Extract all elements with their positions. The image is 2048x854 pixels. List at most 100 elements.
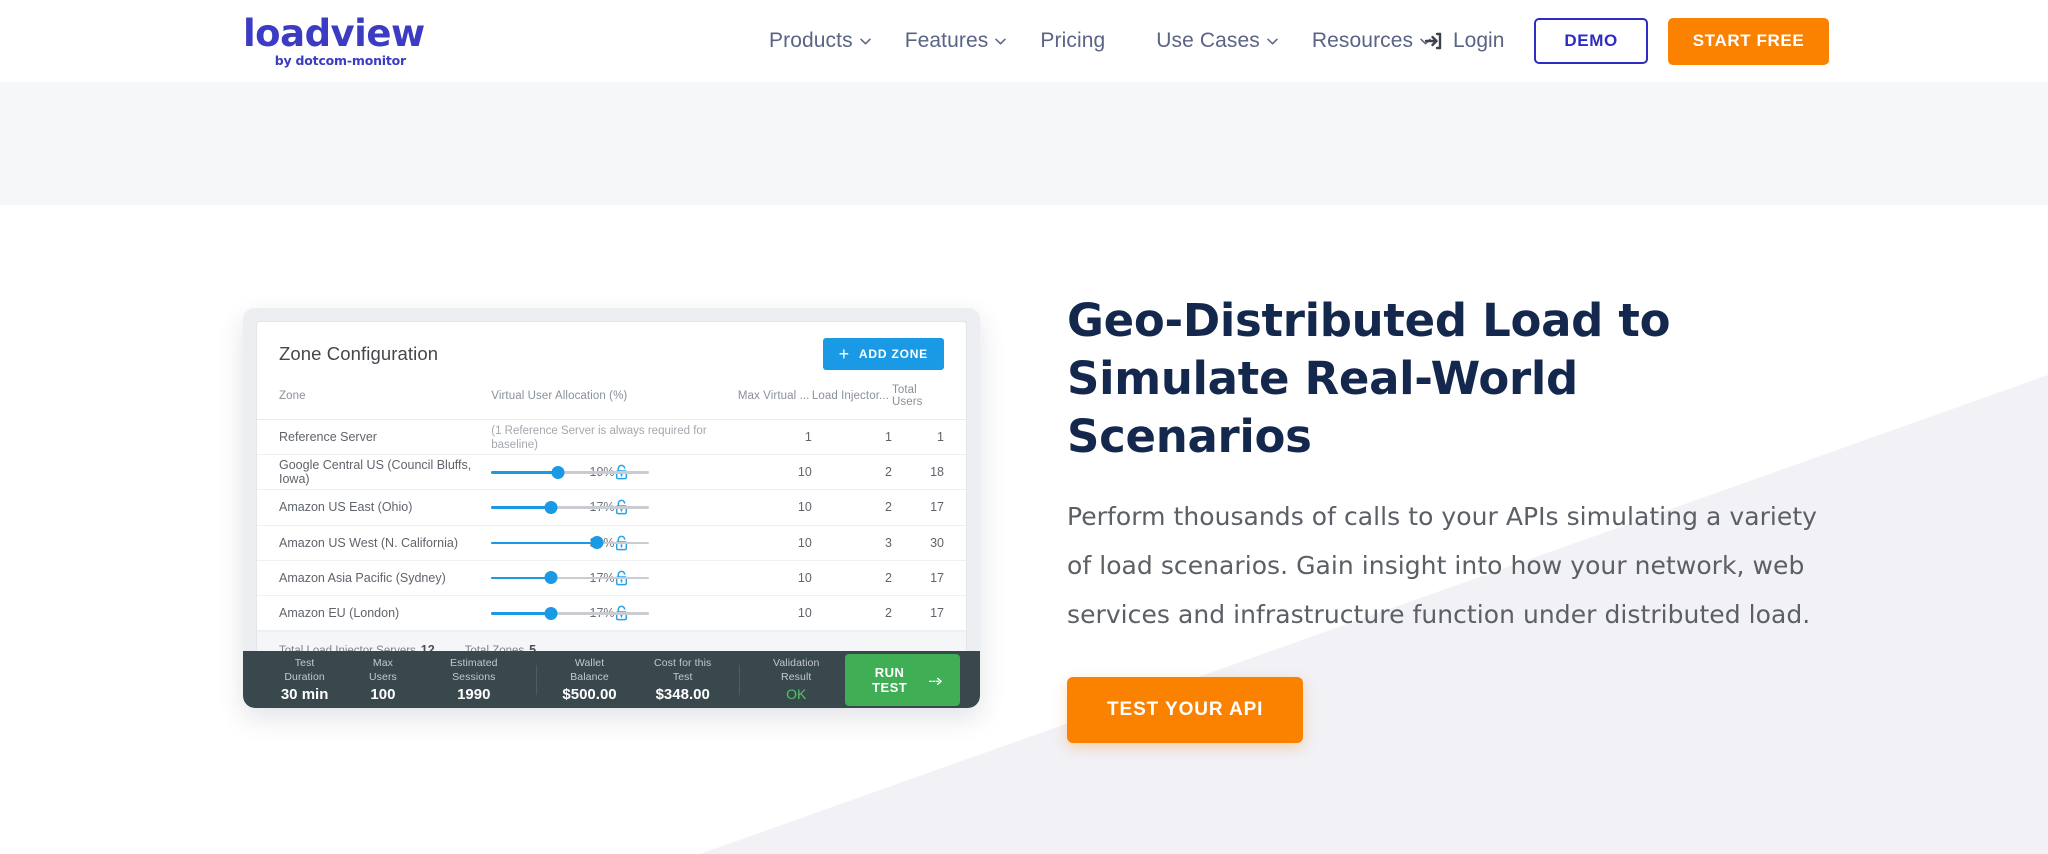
zone-name: Amazon EU (London) (257, 595, 492, 632)
slider-fill (491, 541, 597, 545)
allocation-slider[interactable] (491, 536, 650, 550)
table-row-reference-server: Reference Server (1 Reference Server is … (257, 419, 966, 456)
table-row: Amazon US East (Ohio) 17% (257, 489, 966, 526)
heading-line-2: Simulate Real-World Scenarios (1067, 352, 1578, 463)
max-virtual-value: 10 (737, 595, 812, 632)
divider (535, 664, 537, 695)
logo-tagline: by dotcom-monitor (274, 53, 406, 68)
run-test-label: RUN TEST (872, 664, 908, 695)
allocation-slider[interactable] (491, 571, 650, 585)
chevron-down-icon (1267, 38, 1278, 45)
zone-config-header: Zone Configuration + ADD ZONE (257, 322, 966, 376)
col-header-total-users: Total Users (891, 376, 966, 420)
zone-allocation-cell: 17% (491, 489, 650, 526)
stat-validation-result: Validation Result OK (748, 656, 845, 704)
demo-button[interactable]: DEMO (1534, 18, 1648, 64)
zone-table-head: Zone Virtual User Allocation (%) Max Vir… (257, 376, 966, 420)
site-header: loadview by dotcom-monitor Products Feat… (0, 0, 2048, 82)
ref-total-users: 1 (891, 419, 966, 456)
nav-label-features: Features (904, 29, 989, 52)
slider-fill (491, 612, 551, 615)
total-users-value: 30 (891, 525, 966, 561)
stat-label: Estimated Sessions (449, 656, 498, 683)
table-row: Amazon EU (London) 17% (257, 595, 966, 632)
stat-value: 100 (370, 685, 396, 703)
run-test-button[interactable]: RUN TEST (844, 653, 961, 706)
chevron-down-icon (859, 38, 871, 45)
stat-estimated-sessions: Estimated Sessions 1990 (420, 656, 528, 704)
zone-config-title: Zone Configuration (279, 343, 439, 364)
zone-allocation-cell: 17% (491, 560, 650, 596)
plus-icon: + (838, 344, 850, 364)
ref-note-cell: (1 Reference Server is always required f… (491, 419, 738, 456)
nav-item-use-cases[interactable]: Use Cases (1139, 29, 1295, 53)
slider-fill (491, 576, 551, 580)
zone-table-header-row: Zone Virtual User Allocation (%) Max Vir… (257, 376, 966, 420)
stat-value: 1990 (457, 685, 491, 703)
nav-label-pricing: Pricing (1040, 29, 1106, 52)
slider-thumb[interactable] (544, 606, 558, 620)
load-injector-value: 2 (811, 454, 892, 491)
ref-load-injector: 1 (811, 419, 892, 456)
login-label: Login (1453, 29, 1505, 52)
zone-allocation-cell: 30% (491, 525, 650, 561)
start-free-button[interactable]: START FREE (1667, 17, 1830, 65)
stat-label: Cost for this Test (654, 656, 712, 683)
table-row: Amazon US West (N. California) 30% (257, 525, 966, 561)
allocation-slider[interactable] (491, 606, 650, 620)
logo-wordmark: loadview (243, 12, 425, 55)
chevron-down-icon (995, 38, 1007, 45)
ref-max-virtual: 1 (737, 419, 812, 456)
page-title: Geo-Distributed Load to Simulate Real-Wo… (1067, 292, 1827, 466)
total-users-value: 17 (891, 560, 966, 596)
header-actions: Login DEMO START FREE (1424, 0, 1830, 82)
total-users-value: 17 (891, 489, 966, 526)
nav-label-use-cases: Use Cases (1156, 29, 1260, 52)
logo[interactable]: loadview by dotcom-monitor (243, 12, 425, 68)
stat-test-duration: Test Duration 30 min (263, 656, 346, 704)
nav-item-features[interactable]: Features (888, 29, 1024, 53)
max-virtual-value: 10 (737, 489, 812, 526)
slider-thumb[interactable] (544, 500, 558, 514)
max-virtual-value: 10 (737, 560, 812, 596)
zone-allocation-cell: 19% (491, 454, 650, 491)
stat-value: $500.00 (562, 685, 617, 703)
dashboard-frame: Zone Configuration + ADD ZONE Zone Virtu… (243, 308, 980, 708)
hero-paragraph: Perform thousands of calls to your APIs … (1067, 502, 1818, 629)
page-root: loadview by dotcom-monitor Products Feat… (0, 0, 2048, 854)
nav-item-products[interactable]: Products (752, 29, 888, 53)
col-header-allocation: Virtual User Allocation (%) (491, 376, 738, 420)
sign-in-icon (1424, 31, 1444, 51)
test-your-api-button[interactable]: TEST YOUR API (1067, 677, 1304, 743)
nav-label-products: Products (769, 29, 853, 52)
dashboard-screenshot: Zone Configuration + ADD ZONE Zone Virtu… (243, 308, 980, 708)
zone-table-body: Reference Server (1 Reference Server is … (257, 419, 966, 632)
slider-thumb[interactable] (590, 536, 604, 550)
stat-value: 30 min (280, 685, 329, 703)
zone-name: Google Central US (Council Bluffs, Iowa) (257, 454, 492, 491)
hero-background-band (0, 82, 2048, 205)
main-navigation: Products Features Pricing Use Cases Reso… (752, 0, 1448, 82)
slider-thumb[interactable] (551, 465, 565, 479)
add-zone-label: ADD ZONE (858, 347, 928, 361)
stat-label: Max Users (368, 656, 397, 683)
slider-fill (491, 471, 558, 474)
allocation-slider[interactable] (491, 465, 650, 479)
max-virtual-value: 10 (737, 525, 812, 561)
col-header-load-injector: Load Injector... (811, 376, 892, 420)
nav-item-pricing[interactable]: Pricing (1023, 29, 1139, 53)
stat-label: Wallet Balance (570, 656, 609, 683)
slider-fill (491, 506, 551, 509)
login-link[interactable]: Login (1424, 29, 1504, 53)
dashboard-status-bar: Test Duration 30 min Max Users 100 Estim… (243, 651, 980, 708)
load-injector-value: 3 (811, 525, 892, 561)
total-users-value: 17 (891, 595, 966, 632)
divider (739, 664, 740, 695)
max-virtual-value: 10 (737, 454, 812, 491)
slider-thumb[interactable] (544, 571, 558, 585)
stat-cost-for-test: Cost for this Test $348.00 (634, 656, 731, 704)
add-zone-button[interactable]: + ADD ZONE (822, 338, 944, 370)
stat-max-users: Max Users 100 (346, 656, 419, 704)
allocation-slider[interactable] (491, 500, 650, 514)
ref-zone-name: Reference Server (257, 419, 492, 456)
